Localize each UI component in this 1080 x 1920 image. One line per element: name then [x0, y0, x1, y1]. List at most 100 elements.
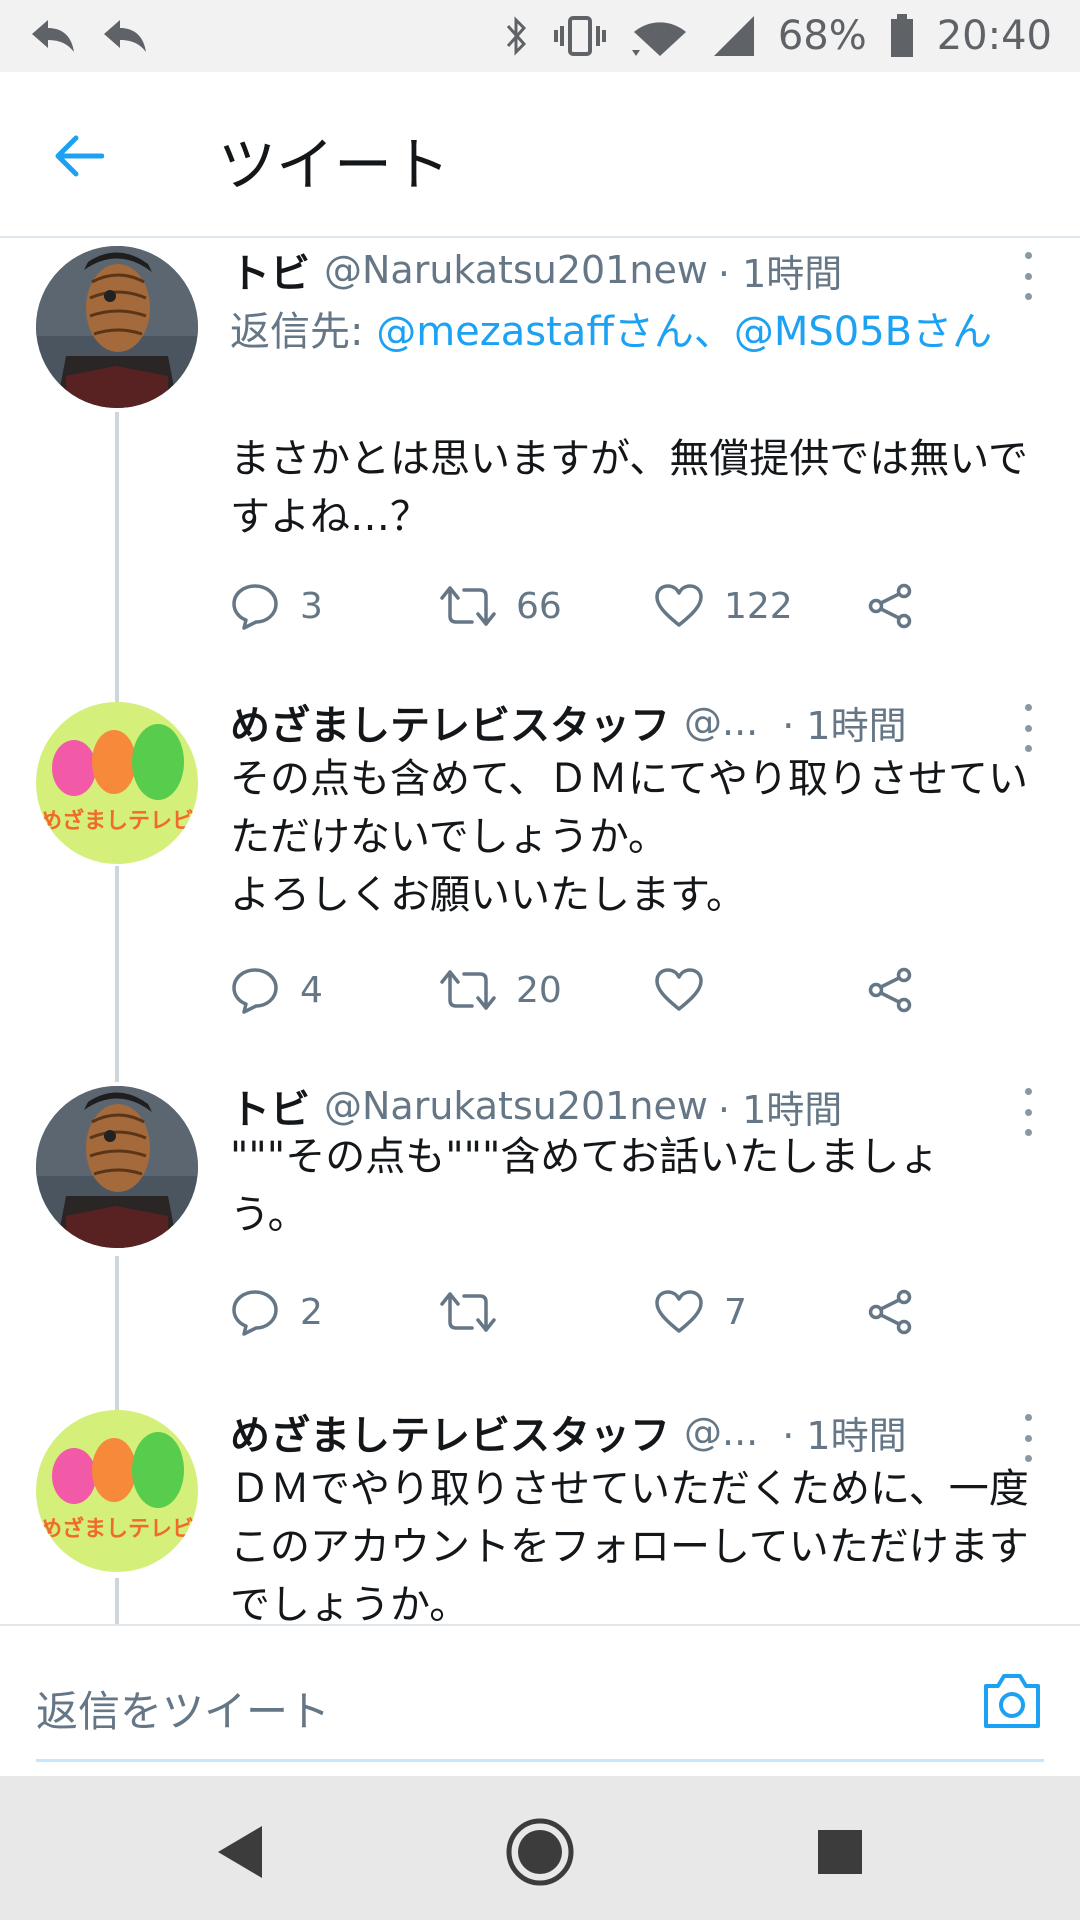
camera-button[interactable]	[980, 1670, 1044, 1732]
like-count: 122	[724, 585, 793, 627]
avatar-tobi[interactable]	[36, 246, 198, 408]
tweet-time: · 1時間	[717, 251, 843, 296]
like-count: 7	[724, 1291, 747, 1333]
retweet-icon	[440, 970, 496, 1010]
reply-button[interactable]: 4	[230, 960, 323, 1020]
reply-input-underline	[36, 1759, 1044, 1762]
like-button[interactable]: 122	[654, 576, 793, 636]
share-icon	[868, 967, 912, 1013]
thread-line	[115, 866, 119, 1082]
battery-percent: 68%	[777, 13, 867, 59]
author-handle[interactable]: @Narukatsu201new	[324, 1084, 708, 1128]
camera-icon	[984, 1674, 1040, 1728]
avatar-logo-text: めざましテレビ	[40, 808, 194, 834]
heart-icon	[655, 584, 703, 627]
clock: 20:40	[936, 13, 1052, 59]
square-recents-icon	[818, 1830, 862, 1874]
reply-to-mentions[interactable]: @mezastaffさん、@MS05Bさん	[376, 309, 992, 355]
reply-input[interactable]: 返信をツイート	[36, 1678, 330, 1739]
tweet-text: """その点も"""含めてお話いたしましょう。	[230, 1134, 940, 1238]
tweet-time: · 1時間	[717, 1087, 843, 1132]
reply-button[interactable]: 3	[230, 576, 323, 636]
retweet-count: 20	[516, 969, 562, 1011]
retweet-icon	[440, 586, 496, 626]
tweet-2[interactable]: めざましテレビ めざましテレビスタッフ @... · 1時間 その点も含めて、Ｄ…	[0, 690, 1080, 1082]
avatar-logo-text: めざましテレビ	[40, 1516, 194, 1542]
tweet-header: トビ @Narukatsu201new · 1時間	[230, 240, 1000, 300]
author-name[interactable]: トビ	[230, 1077, 310, 1135]
retweet-button[interactable]: 66	[440, 576, 562, 636]
tweet-text: その点も含めて、ＤＭにてやり取りさせていただけないでしょうか。 よろしくお願いい…	[230, 756, 1028, 918]
heart-icon	[655, 968, 703, 1011]
reply-to-prefix: 返信先:	[230, 309, 377, 355]
reply-icon	[100, 16, 150, 56]
tweet-time: · 1時間	[782, 1413, 907, 1458]
share-button[interactable]	[866, 1282, 914, 1342]
thread-line	[115, 1256, 119, 1416]
thread-line	[115, 690, 119, 696]
retweet-button[interactable]: 20	[440, 960, 562, 1020]
share-button[interactable]	[866, 960, 914, 1020]
nav-back-button[interactable]	[200, 1812, 280, 1892]
more-options-icon[interactable]	[1016, 252, 1040, 300]
like-button[interactable]	[654, 960, 724, 1020]
reply-button[interactable]: 2	[230, 1282, 323, 1342]
tweet-header: めざましテレビスタッフ @... · 1時間	[230, 1402, 1000, 1462]
tweet-thread[interactable]: トビ @Narukatsu201new · 1時間 返信先: @mezastaf…	[0, 238, 1080, 1624]
author-handle[interactable]: @...	[684, 1410, 758, 1454]
reply-bubble-icon	[232, 584, 278, 630]
more-options-icon[interactable]	[1016, 1414, 1040, 1462]
reply-count: 2	[300, 1291, 323, 1333]
tweet-4[interactable]: めざましテレビ めざましテレビスタッフ @... · 1時間 ＤＭでやり取りさせ…	[0, 1408, 1080, 1624]
page-title: ツイート	[218, 131, 451, 199]
retweet-count: 66	[516, 585, 562, 627]
tweet-text: ＤＭでやり取りさせていただくために、一度このアカウントをフォローしていただけます…	[230, 1466, 1029, 1624]
reply-all-icon	[28, 16, 78, 56]
retweet-icon	[440, 1292, 496, 1332]
tweet-text: まさかとは思いますが、無償提供では無いですよね…？	[230, 436, 1028, 540]
nav-home-button[interactable]	[500, 1812, 580, 1892]
battery-icon	[889, 14, 915, 58]
mezamashi-tv-logo-icon: めざましテレビ	[36, 1410, 198, 1572]
author-name[interactable]: めざましテレビスタッフ	[230, 693, 670, 751]
thread-line	[115, 1578, 119, 1624]
status-bar: 68% 20:40	[0, 0, 1080, 72]
vibrate-icon	[552, 14, 608, 58]
more-options-icon[interactable]	[1016, 704, 1040, 752]
avatar-mezamashi[interactable]: めざましテレビ	[36, 1410, 198, 1572]
reply-count: 3	[300, 585, 323, 627]
avatar-tobi[interactable]	[36, 1086, 198, 1248]
back-button[interactable]	[52, 128, 116, 184]
tweet-time: · 1時間	[782, 703, 907, 748]
share-icon	[868, 583, 912, 629]
reply-to: 返信先: @mezastaffさん、@MS05Bさん	[230, 304, 1030, 360]
bluetooth-icon	[504, 14, 530, 58]
system-nav-bar	[0, 1776, 1080, 1920]
mezamashi-tv-logo-icon: めざましテレビ	[36, 702, 198, 864]
share-icon	[868, 1289, 912, 1335]
tweet-actions: 2 7	[230, 1282, 1050, 1342]
tweet-actions: 4 20	[230, 960, 1050, 1020]
tweet-1[interactable]: トビ @Narukatsu201new · 1時間 返信先: @mezastaf…	[0, 238, 1080, 704]
signal-icon	[712, 14, 756, 58]
retweet-button[interactable]	[440, 1282, 516, 1342]
share-button[interactable]	[866, 576, 914, 636]
more-options-icon[interactable]	[1016, 1088, 1040, 1136]
reply-composer[interactable]: 返信をツイート	[0, 1624, 1080, 1776]
reply-count: 4	[300, 969, 323, 1011]
avatar-mezamashi[interactable]: めざましテレビ	[36, 702, 198, 864]
author-name[interactable]: めざましテレビスタッフ	[230, 1403, 670, 1461]
masked-character-avatar-icon	[36, 1086, 198, 1248]
masked-character-avatar-icon	[36, 246, 198, 408]
author-name[interactable]: トビ	[230, 241, 310, 299]
tweet-actions: 3 66 122	[230, 576, 1050, 636]
back-arrow-icon	[55, 135, 104, 177]
author-handle[interactable]: @...	[684, 700, 758, 744]
tweet-header: トビ @Narukatsu201new · 1時間	[230, 1076, 1000, 1136]
tweet-3[interactable]: トビ @Narukatsu201new · 1時間 """その点も"""含めてお…	[0, 1076, 1080, 1416]
like-button[interactable]: 7	[654, 1282, 747, 1342]
reply-bubble-icon	[232, 968, 278, 1014]
nav-recents-button[interactable]	[800, 1812, 880, 1892]
heart-icon	[655, 1290, 703, 1333]
author-handle[interactable]: @Narukatsu201new	[324, 248, 708, 292]
